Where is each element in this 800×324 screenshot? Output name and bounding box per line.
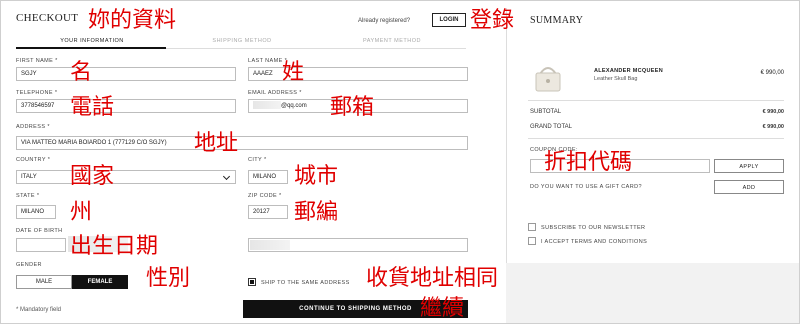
ship-same-label: SHIP TO THE SAME ADDRESS: [261, 280, 350, 286]
handbag-icon: [535, 67, 561, 92]
summary-rule-2: [528, 138, 784, 139]
annotation-state: 州: [70, 200, 93, 225]
email-label: EMAIL ADDRESS *: [248, 90, 302, 96]
newsletter-checkbox[interactable]: [528, 223, 536, 231]
tab-your-information[interactable]: YOUR INFORMATION: [18, 38, 166, 44]
email-domain: @qq.com: [281, 103, 307, 109]
subtotal-label: SUBTOTAL: [530, 109, 562, 115]
newsletter-label: SUBSCRIBE TO OUR NEWSLETTER: [541, 225, 646, 231]
last-name-field[interactable]: AAAEZ: [248, 67, 468, 81]
summary-bottom-panel: [506, 263, 799, 323]
gender-male-option[interactable]: MALE: [16, 275, 72, 289]
annotation-login: 登錄: [470, 8, 515, 33]
dob-label: DATE OF BIRTH: [16, 228, 63, 234]
annotation-coupon: 折扣代碼: [544, 150, 633, 175]
product-brand: ALEXANDER MCQUEEN: [594, 68, 663, 74]
annotation-your-info: 妳的資料: [88, 8, 177, 33]
annotation-country: 國家: [70, 164, 115, 189]
telephone-label: TELEPHONE *: [16, 90, 58, 96]
summary-title: SUMMARY: [530, 15, 584, 26]
checkout-title: CHECKOUT: [16, 12, 79, 24]
login-button[interactable]: LOGIN: [432, 13, 466, 27]
terms-checkbox[interactable]: [528, 237, 536, 245]
grand-total-label: GRAND TOTAL: [530, 124, 573, 130]
zip-label: ZIP CODE *: [248, 193, 282, 199]
annotation-dob: 出生日期: [70, 234, 159, 259]
chevron-down-icon: [222, 172, 231, 181]
checkmark-icon: [250, 280, 254, 284]
annotation-address: 地址: [194, 131, 239, 156]
annotation-city: 城市: [294, 164, 339, 189]
email-redacted: [253, 101, 281, 110]
annotation-first-name: 名: [70, 60, 93, 85]
grand-total-value: € 990,00: [762, 124, 784, 130]
mandatory-note: * Mandatory field: [16, 307, 62, 313]
annotation-last-name: 姓: [282, 60, 305, 85]
product-price: € 990,00: [760, 70, 784, 76]
product-image: [530, 60, 566, 94]
city-field[interactable]: MILANO: [248, 170, 288, 184]
country-select[interactable]: ITALY: [16, 170, 236, 184]
already-registered-text: Already registered?: [358, 18, 411, 24]
tab-active-underline: [16, 47, 166, 49]
first-name-label: FIRST NAME *: [16, 58, 58, 64]
dob-year-redacted: [250, 240, 290, 250]
annotation-continue: 繼續: [420, 296, 465, 321]
city-label: CITY *: [248, 157, 267, 163]
state-label: STATE *: [16, 193, 40, 199]
first-name-field[interactable]: SGJY: [16, 67, 236, 81]
annotation-telephone: 電話: [70, 95, 115, 120]
telephone-field[interactable]: 3778546597: [16, 99, 236, 113]
annotation-email: 郵箱: [330, 95, 375, 120]
summary-divider: [506, 8, 507, 263]
address-label: ADDRESS *: [16, 124, 50, 130]
annotation-ship-same: 收貨地址相同: [366, 266, 499, 291]
gender-female-option[interactable]: FEMALE: [72, 275, 128, 289]
address-field[interactable]: VIA MATTEO MARIA BOIARDO 1 (777129 C/O S…: [16, 136, 468, 150]
country-value: ITALY: [21, 174, 37, 180]
zip-field[interactable]: 20127: [248, 205, 288, 219]
summary-rule: [528, 100, 784, 101]
tab-shipping-method[interactable]: SHIPPING METHOD: [168, 38, 316, 44]
annotation-zip: 郵編: [294, 200, 339, 225]
state-field[interactable]: MILANO: [16, 205, 56, 219]
annotation-gender: 性別: [146, 266, 191, 291]
dob-day-field[interactable]: [16, 238, 66, 252]
tab-payment-method[interactable]: PAYMENT METHOD: [318, 38, 466, 44]
subtotal-value: € 990,00: [762, 109, 784, 115]
add-gift-card-button[interactable]: ADD: [714, 180, 784, 194]
terms-label: I ACCEPT TERMS AND CONDITIONS: [541, 239, 648, 245]
gift-card-label: DO YOU WANT TO USE A GIFT CARD?: [530, 184, 642, 190]
gender-label: GENDER: [16, 262, 42, 268]
country-label: COUNTRY *: [16, 157, 51, 163]
apply-button[interactable]: APPLY: [714, 159, 784, 173]
tab-underline: [166, 48, 466, 49]
ship-same-checkbox[interactable]: [248, 278, 256, 286]
product-name: Leather Skull Bag: [594, 76, 638, 82]
